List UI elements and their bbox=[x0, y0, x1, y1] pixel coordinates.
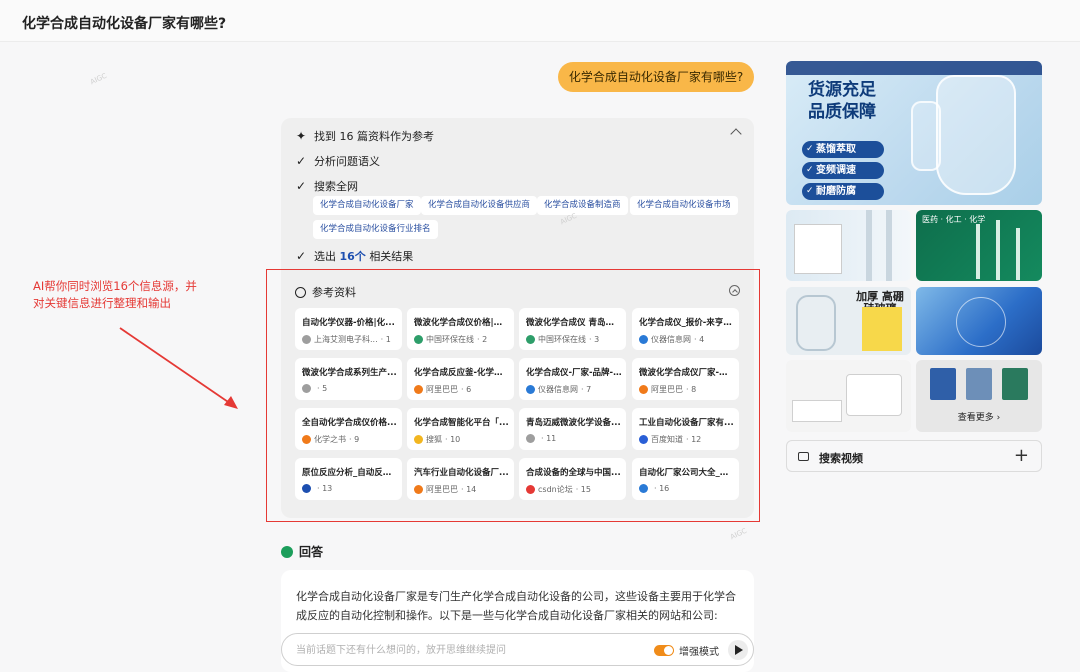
step-label: 搜索全网 bbox=[314, 180, 358, 193]
check-icon: ✓ bbox=[295, 249, 307, 263]
top-bar: 化学合成自动化设备厂家有哪些? bbox=[0, 0, 1080, 42]
glass-column bbox=[866, 210, 872, 281]
enhanced-mode-toggle[interactable] bbox=[654, 645, 674, 656]
see-more-link[interactable]: 查看更多 › bbox=[916, 410, 1042, 423]
search-keyword-chip[interactable]: 化学合成自动化设备市场 bbox=[630, 196, 738, 215]
reactor-glass bbox=[911, 101, 941, 171]
search-video-label: 搜索视频 bbox=[819, 452, 863, 465]
user-query-bubble: 化学合成自动化设备厂家有哪些? bbox=[558, 62, 754, 92]
found-label: 找到 16 篇资料作为参考 bbox=[314, 130, 434, 143]
answer-header: 回答 bbox=[281, 543, 323, 560]
product-image[interactable] bbox=[786, 360, 911, 432]
search-keyword-chip[interactable]: 化学合成自动化设备供应商 bbox=[421, 196, 538, 215]
more-images[interactable]: 查看更多 › bbox=[916, 360, 1042, 432]
thumbnail bbox=[930, 368, 956, 400]
product-image[interactable]: 加厚 高硼硅玻璃 bbox=[786, 287, 911, 355]
reactor-glass bbox=[936, 75, 1016, 195]
collapse-icon[interactable] bbox=[730, 128, 742, 140]
image-banner bbox=[786, 61, 1042, 75]
glass-column bbox=[976, 224, 980, 279]
watermark: AIGC bbox=[89, 71, 109, 87]
search-keyword-chip[interactable]: 化学合成自动化设备厂家 bbox=[313, 196, 421, 215]
sparkle-icon: ✦ bbox=[295, 129, 307, 143]
follow-up-input[interactable] bbox=[296, 641, 636, 659]
watermark: AIGC bbox=[729, 526, 749, 542]
product-image[interactable]: 医药 · 化工 · 化学 bbox=[916, 210, 1042, 281]
glass-column bbox=[996, 220, 1000, 280]
chat-icon bbox=[281, 545, 293, 558]
search-keyword-chip[interactable]: 化学合成自动化设备行业排名 bbox=[313, 220, 438, 239]
search-video-row[interactable]: 搜索视频 + bbox=[786, 440, 1042, 472]
glass-column bbox=[886, 210, 892, 281]
follow-up-input-bar: 增强模式 bbox=[281, 633, 754, 666]
product-image-main[interactable]: 货源充足 品质保障 蒸馏萃取 变频调速 耐磨防腐 bbox=[786, 61, 1042, 205]
found-row[interactable]: ✦ 找到 16 篇资料作为参考 bbox=[295, 128, 434, 144]
check-icon: ✓ bbox=[295, 179, 307, 193]
video-icon bbox=[798, 452, 809, 461]
annotation-box bbox=[266, 269, 760, 522]
glass-column bbox=[1016, 228, 1020, 280]
annotation-text: AI帮你同时浏览16个信息源，并对关键信息进行整理和输出 bbox=[33, 279, 197, 310]
enhanced-mode-label: 增强模式 bbox=[679, 647, 719, 658]
image-feature-pill: 变频调速 bbox=[802, 162, 884, 179]
image-feature-pill: 蒸馏萃取 bbox=[802, 141, 884, 158]
image-headline: 货源充足 品质保障 bbox=[808, 80, 876, 122]
step-row: ✓ 搜索全网 bbox=[295, 178, 358, 194]
answer-title: 回答 bbox=[299, 545, 324, 559]
step-row: ✓ 分析问题语义 bbox=[295, 153, 380, 169]
select-label: 选出 16个 相关结果 bbox=[314, 250, 414, 263]
answer-text: 化学合成自动化设备厂家是专门生产化学合成自动化设备的公司，这些设备主要用于化学合… bbox=[296, 590, 736, 622]
send-button[interactable] bbox=[728, 640, 748, 660]
device-box bbox=[794, 224, 842, 274]
product-image[interactable] bbox=[786, 210, 911, 281]
annotation-arrow bbox=[119, 327, 238, 409]
step-label: 分析问题语义 bbox=[314, 155, 380, 168]
reactor-glass bbox=[796, 295, 836, 351]
plus-icon[interactable]: + bbox=[1014, 445, 1029, 466]
thumbnail bbox=[1002, 368, 1028, 400]
device-body bbox=[846, 374, 902, 416]
tech-circle bbox=[956, 297, 1006, 347]
image-feature-pill: 耐磨防腐 bbox=[802, 183, 884, 200]
select-row: ✓ 选出 16个 相关结果 bbox=[295, 248, 413, 264]
product-image[interactable] bbox=[916, 287, 1042, 355]
thumbnail bbox=[966, 368, 992, 400]
device-base bbox=[792, 400, 842, 422]
search-keyword-chip[interactable]: 化学合成设备制造商 bbox=[537, 196, 628, 215]
page-title: 化学合成自动化设备厂家有哪些? bbox=[22, 16, 227, 32]
image-sticker bbox=[862, 307, 902, 351]
check-icon: ✓ bbox=[295, 154, 307, 168]
